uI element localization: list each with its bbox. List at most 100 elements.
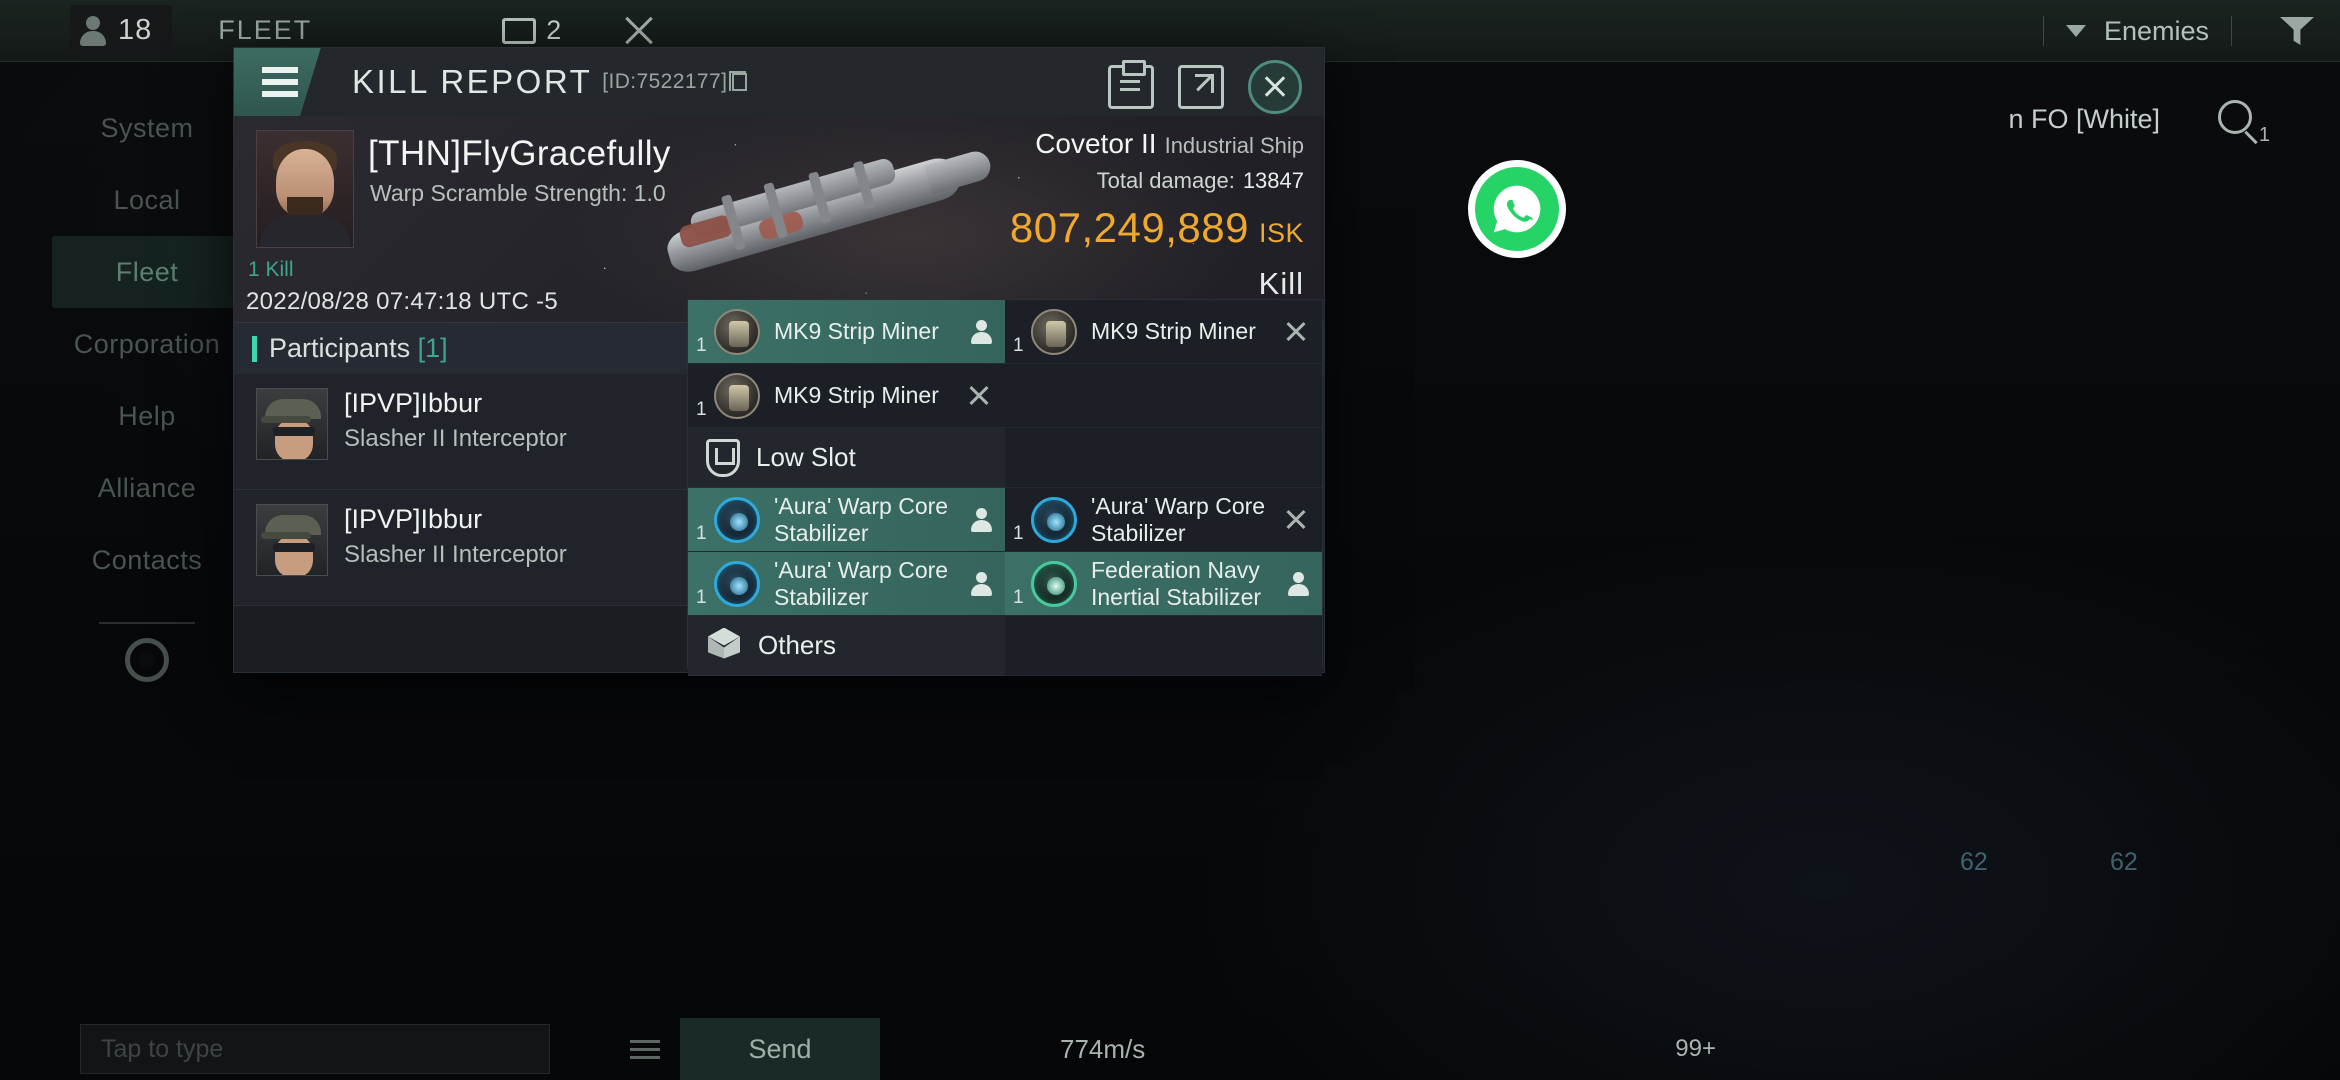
module-qty: 1 — [1013, 587, 1024, 608]
sidebar-item-corporation[interactable]: Corporation — [52, 308, 242, 380]
shield-slot-icon — [706, 438, 740, 477]
clipboard-icon[interactable] — [1108, 60, 1154, 109]
fleet-tab-label[interactable]: FLEET — [218, 15, 312, 46]
header-actions — [1108, 60, 1302, 114]
strip-miner-icon — [714, 372, 760, 419]
screen-count-group[interactable]: 2 — [502, 15, 561, 46]
isk-amount: 807,249,889 — [1009, 204, 1249, 251]
module-row[interactable]: 1 MK9 Strip Miner — [688, 364, 1005, 428]
inertial-stabilizer-icon — [1031, 560, 1077, 607]
kill-summary: Covetor II Industrial Ship Total damage: 1… — [1000, 128, 1304, 302]
sidebar-item-help[interactable]: Help — [52, 380, 242, 452]
sidebar-item-alliance[interactable]: Alliance — [52, 452, 242, 524]
divider — [2042, 16, 2044, 46]
chat-input[interactable]: Tap to type — [80, 1024, 550, 1074]
module-name: MK9 Strip Miner — [774, 382, 939, 409]
hud-number: 62 — [1960, 848, 1988, 876]
whatsapp-icon[interactable] — [1468, 160, 1566, 258]
left-sidebar: System Local Fleet Corporation Help Alli… — [52, 92, 242, 682]
monitor-icon — [502, 17, 537, 44]
victim-summary: [THN]FlyGracefully Warp Scramble Strengt… — [234, 116, 1324, 322]
ship-name: Covetor II Industrial Ship — [1000, 128, 1304, 160]
close-icon[interactable] — [1248, 60, 1302, 114]
kill-count: 1 Kill — [248, 258, 294, 281]
participant-avatar — [256, 388, 328, 460]
strip-miner-icon — [1031, 308, 1077, 355]
section-header-low-slot: Low Slot — [688, 428, 1005, 488]
gear-icon[interactable] — [125, 638, 169, 682]
close-icon — [1284, 508, 1308, 532]
person-icon — [1288, 571, 1309, 596]
module-column-left: 1 MK9 Strip Miner 1 MK9 Strip Miner Low … — [688, 300, 1005, 676]
module-name: 'Aura' Warp Core Stabilizer — [774, 557, 949, 610]
sidebar-item-fleet[interactable]: Fleet — [52, 236, 242, 308]
module-qty: 1 — [1013, 523, 1024, 544]
divider — [99, 622, 195, 624]
module-row[interactable]: 1 'Aura' Warp Core Stabilizer — [688, 552, 1005, 616]
module-row[interactable]: 1 'Aura' Warp Core Stabilizer — [688, 488, 1005, 552]
module-row[interactable]: 1 MK9 Strip Miner — [688, 300, 1005, 364]
kill-timestamp: 2022/08/28 07:47:18 UTC -5 — [246, 288, 559, 315]
hud-number: 62 — [2110, 848, 2138, 876]
chevron-down-icon[interactable] — [2065, 25, 2086, 37]
system-sub-count: 1 — [2258, 124, 2270, 146]
search-icon[interactable] — [2218, 100, 2252, 134]
send-button[interactable]: Send — [680, 1018, 880, 1080]
module-column-right: 1 MK9 Strip Miner 1 'Aura' Warp Core Sta… — [1005, 300, 1322, 676]
ship-name-text: Covetor II — [1035, 128, 1157, 159]
section-header-others: Others — [688, 616, 1005, 676]
person-icon — [80, 15, 106, 46]
module-qty: 1 — [696, 399, 707, 420]
screen-root: 18 FLEET 2 Enemies System Local Fleet Co… — [0, 0, 2340, 1080]
sidebar-item-contacts[interactable]: Contacts — [52, 524, 242, 596]
system-name-chip[interactable]: n FO [White] — [2008, 104, 2160, 135]
sidebar-item-system[interactable]: System — [52, 92, 242, 164]
module-qty: 1 — [696, 335, 707, 356]
hamburger-menu-icon[interactable] — [262, 67, 298, 97]
module-action[interactable] — [1284, 508, 1308, 532]
close-icon[interactable] — [619, 11, 659, 51]
participants-count: [1] — [417, 333, 448, 363]
chat-bar: Tap to type Send 774m/s 99+ — [80, 1018, 2260, 1080]
screen-count-value: 2 — [546, 15, 562, 45]
report-id[interactable]: [ID:7522177] — [602, 70, 748, 94]
section-spacer — [1005, 616, 1322, 676]
module-action[interactable] — [971, 507, 992, 532]
module-action[interactable] — [1288, 571, 1309, 596]
share-external-icon[interactable] — [1178, 65, 1224, 109]
kill-result-badge: Kill — [1258, 266, 1304, 301]
copy-icon[interactable] — [729, 71, 748, 91]
total-damage-label: Total damage: — [1096, 168, 1235, 193]
module-row[interactable]: 1 Federation Navy Inertial Stabilizer — [1005, 552, 1322, 616]
total-damage-value: 13847 — [1242, 168, 1304, 193]
fleet-member-count[interactable]: 18 — [70, 4, 173, 57]
top-bar-right: Enemies — [2021, 0, 2340, 62]
notification-badge[interactable]: 99+ — [1675, 1035, 1716, 1063]
ship-class: Industrial Ship — [1164, 133, 1304, 158]
participant-avatar — [256, 504, 328, 576]
module-qty: 1 — [696, 523, 707, 544]
accent-bar — [252, 335, 257, 362]
module-row[interactable]: 1 'Aura' Warp Core Stabilizer — [1005, 488, 1322, 552]
sidebar-item-local[interactable]: Local — [52, 164, 242, 236]
module-action[interactable] — [971, 571, 992, 596]
page-title: KILL REPORT — [352, 63, 593, 100]
total-damage: Total damage: 13847 — [1000, 168, 1304, 194]
module-action[interactable] — [967, 384, 991, 408]
module-qty: 1 — [1013, 335, 1024, 356]
strip-miner-icon — [714, 308, 760, 355]
module-action[interactable] — [1284, 320, 1308, 344]
hud-ship-icons: 62 62 — [1780, 788, 2340, 1018]
module-action[interactable] — [971, 319, 992, 344]
isk-unit: ISK — [1258, 218, 1304, 248]
filter-icon[interactable] — [2280, 17, 2314, 45]
menu-icon[interactable] — [610, 1024, 680, 1074]
victim-portrait[interactable] — [256, 130, 354, 248]
enemies-label[interactable]: Enemies — [2104, 16, 2209, 47]
victim-name: [THN]FlyGracefully — [368, 134, 671, 173]
close-icon — [967, 384, 991, 408]
person-icon — [971, 571, 992, 596]
module-row[interactable]: 1 MK9 Strip Miner — [1005, 300, 1322, 364]
section-label: Low Slot — [756, 442, 856, 472]
module-row-empty — [1005, 364, 1322, 428]
